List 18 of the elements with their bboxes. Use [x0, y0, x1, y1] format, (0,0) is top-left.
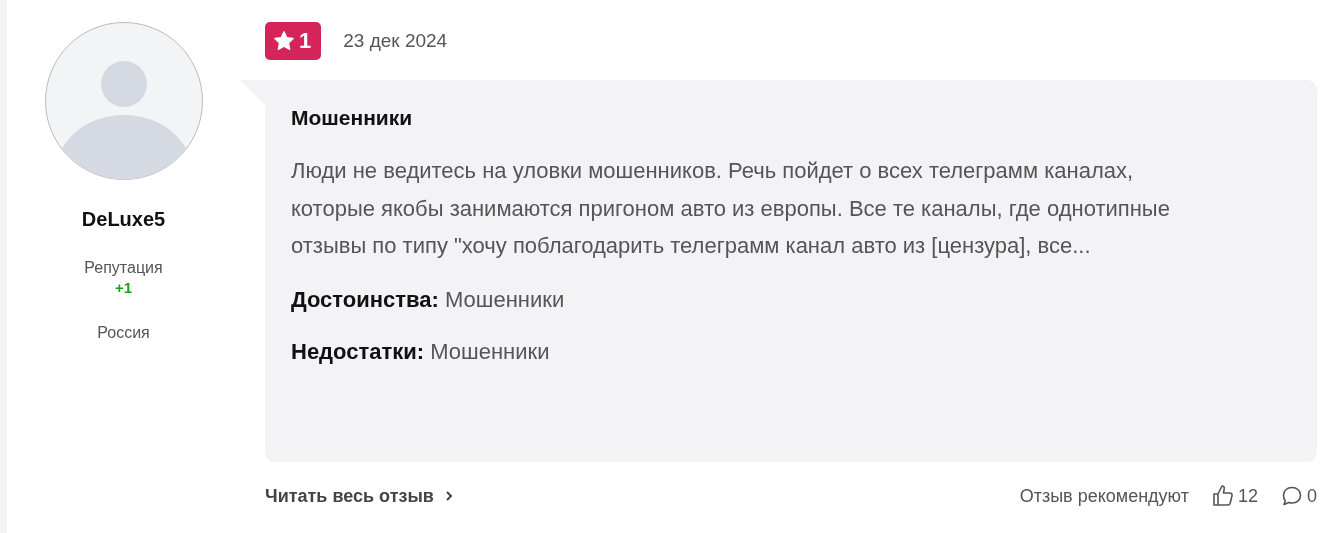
- review-date: 23 дек 2024: [343, 30, 448, 52]
- country: Россия: [97, 324, 150, 342]
- likes-count: 12: [1237, 485, 1258, 507]
- reputation-label: Репутация: [84, 259, 163, 277]
- comment-icon[interactable]: [1280, 484, 1304, 508]
- pros-text: Достоинства: Мошенники: [291, 286, 566, 313]
- review-text: Люди не ведитесь на уловки мошенников. Речь пойдет о всех телеграмм каналах, которые якобы занимаются пригоном авто из европы. Все те каналы, где однотипные отзывы по типу "хочу поблагодарить телеграмм канал авто из [цензура], все...: [291, 157, 1171, 260]
- chevron-right-icon: [443, 490, 454, 502]
- rating-value: 1: [299, 28, 312, 54]
- reputation-value: +1: [114, 279, 133, 296]
- review-title: Мошенники: [291, 106, 414, 130]
- read-full-review-link[interactable]: Читать весь отзыв: [265, 485, 454, 507]
- thumbs-up-icon[interactable]: [1210, 484, 1235, 508]
- username[interactable]: DeLuxe5: [81, 208, 166, 231]
- comments-count: 0: [1307, 485, 1317, 507]
- star-icon: [273, 30, 295, 52]
- cons-text: Недостатки: Мошенники: [291, 338, 551, 365]
- recommend-label: Отзыв рекомендуют: [1019, 485, 1189, 507]
